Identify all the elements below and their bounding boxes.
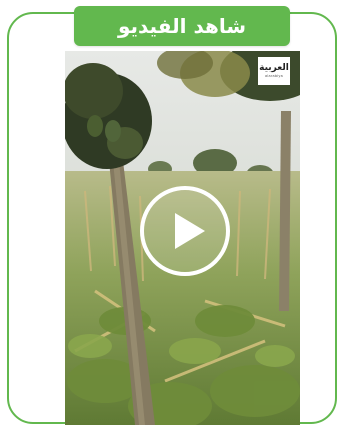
alarabiya-logo: العربية alarabiya [258,57,290,85]
logo-text-arabic: العربية [259,62,289,73]
watch-video-label: شاهد الفيديو [117,14,247,38]
watch-video-title: شاهد الفيديو [74,6,290,46]
play-button[interactable] [139,185,231,277]
video-player[interactable]: العربية alarabiya [65,51,300,425]
logo-text-english: alarabiya [264,73,284,78]
play-icon [140,186,230,276]
